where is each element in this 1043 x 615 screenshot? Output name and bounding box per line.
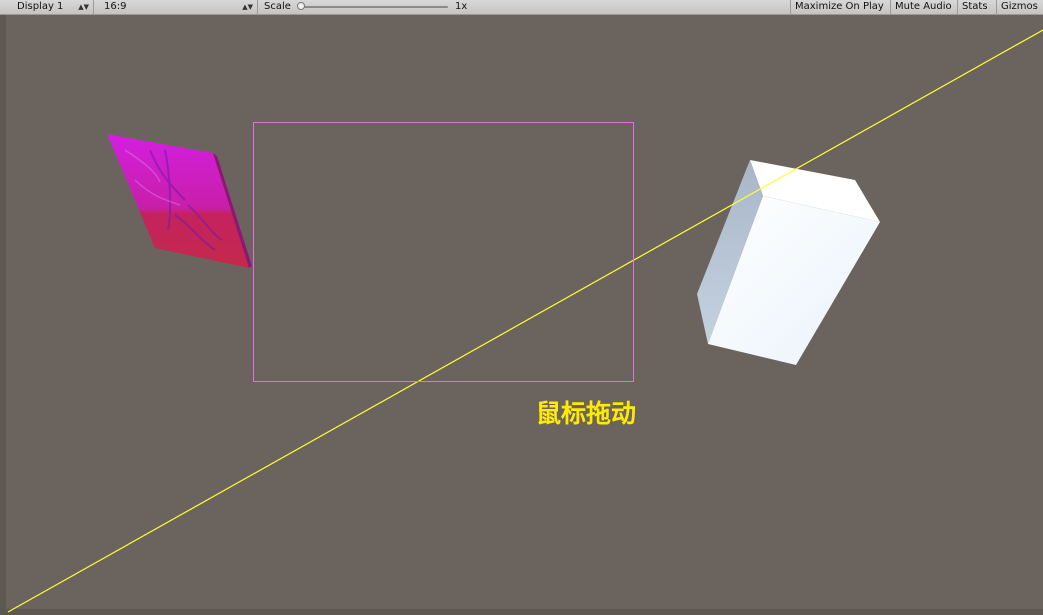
white-cube[interactable] (697, 160, 880, 365)
mouse-drag-annotation: 鼠标拖动 (536, 399, 637, 428)
textured-quad[interactable] (107, 134, 252, 268)
drag-selection-rectangle (253, 122, 634, 382)
